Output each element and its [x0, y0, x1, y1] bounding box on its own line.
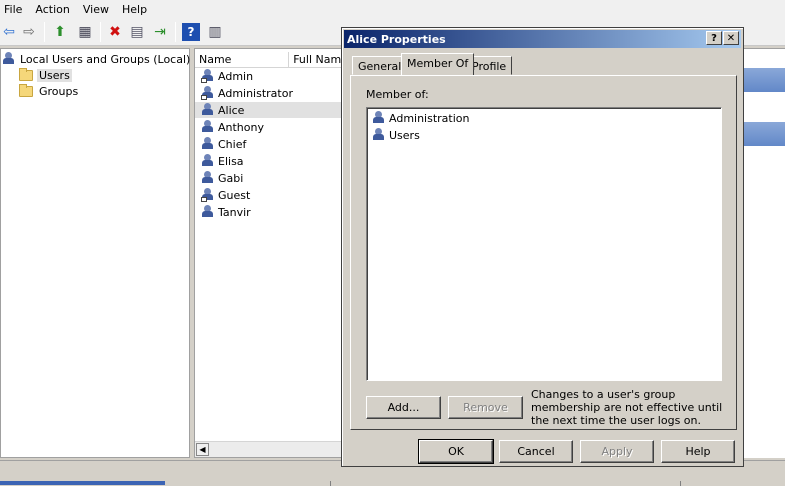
up-folder-icon[interactable]: ⬆ [51, 23, 69, 41]
toolbar-separator [100, 22, 101, 42]
remove-button[interactable]: Remove [448, 396, 523, 419]
status-bar-segment [0, 481, 165, 485]
column-header-full-name[interactable]: Full Nam [289, 52, 345, 68]
toolbar-separator [44, 22, 45, 42]
tree-root-label: Local Users and Groups (Local) [20, 52, 191, 66]
apply-button[interactable]: Apply [580, 440, 654, 463]
user-name: Admin [218, 69, 254, 83]
user-name: Administrator [218, 86, 293, 100]
actions-pane-header [744, 122, 785, 146]
list-item-selected[interactable]: Alice [195, 102, 345, 118]
list-item[interactable]: Users [372, 127, 420, 143]
list-item[interactable]: Guest [195, 187, 345, 203]
help-button[interactable]: Help [661, 440, 735, 463]
user-icon [201, 120, 215, 134]
user-name: Tanvir [218, 205, 251, 219]
member-of-label: Member of: [366, 88, 429, 101]
toolbar-separator [175, 22, 176, 42]
help-icon[interactable]: ? [706, 31, 722, 45]
add-button[interactable]: Add... [366, 396, 441, 419]
list-header: Name Full Nam [195, 52, 345, 68]
user-icon [201, 188, 215, 202]
status-bar-divider [680, 481, 681, 486]
properties-icon[interactable]: ▤ [128, 23, 146, 41]
cancel-button[interactable]: Cancel [499, 440, 573, 463]
horizontal-scrollbar[interactable]: ◀ [195, 441, 345, 457]
tab-general[interactable]: General [352, 56, 408, 75]
dialog-titlebar[interactable]: Alice Properties [344, 30, 741, 48]
forward-arrow-icon[interactable]: ⇨ [20, 23, 38, 41]
user-name: Elisa [218, 154, 244, 168]
column-header-name[interactable]: Name [195, 52, 290, 68]
actions-pane [744, 48, 785, 458]
dialog-title: Alice Properties [347, 32, 446, 46]
user-icon [201, 137, 215, 151]
list-item[interactable]: Gabi [195, 170, 345, 186]
tree-root[interactable]: Local Users and Groups (Local) [2, 51, 190, 67]
menu-help[interactable]: Help [118, 3, 156, 16]
list-item[interactable]: Administration [372, 110, 470, 126]
tree-item-label: Groups [39, 84, 79, 98]
user-name: Chief [218, 137, 247, 151]
show-hide-tree-icon[interactable]: ▦ [76, 23, 94, 41]
folder-icon [19, 67, 33, 81]
user-icon [201, 69, 215, 83]
user-icon [201, 103, 215, 117]
list-item[interactable]: Chief [195, 136, 345, 152]
scroll-left-icon[interactable]: ◀ [196, 443, 209, 456]
user-name: Gabi [218, 171, 244, 185]
user-name: Alice [218, 103, 245, 117]
membership-note: Changes to a user's group membership are… [531, 388, 723, 427]
console-tree: Local Users and Groups (Local) Users Gro… [0, 48, 190, 458]
delete-icon[interactable]: ✖ [106, 23, 124, 41]
menu-action[interactable]: Action [31, 3, 78, 16]
help-icon[interactable]: ? [182, 23, 200, 41]
folder-icon [19, 83, 33, 97]
status-bar-divider [330, 481, 331, 486]
group-icon [372, 128, 386, 142]
tab-member-of[interactable]: Member Of [401, 53, 475, 75]
export-list-icon[interactable]: ⇥ [151, 23, 169, 41]
list-item[interactable]: Administrator [195, 85, 345, 101]
back-arrow-icon[interactable]: ⇦ [0, 23, 18, 41]
user-list: Name Full Nam Admin Administrator Alice … [194, 48, 346, 458]
group-icon [372, 111, 386, 125]
list-item[interactable]: Anthony [195, 119, 345, 135]
actions-pane-header [744, 68, 785, 92]
menu-file[interactable]: File [0, 3, 31, 16]
show-hide-action-pane-icon[interactable]: ▥ [206, 23, 224, 41]
ok-button[interactable]: OK [418, 439, 494, 464]
user-icon [201, 171, 215, 185]
close-icon[interactable]: ✕ [723, 31, 739, 45]
list-item[interactable]: Admin [195, 68, 345, 84]
tree-item-label: Users [37, 68, 72, 82]
group-name: Users [389, 128, 420, 142]
user-name: Guest [218, 188, 251, 202]
user-icon [201, 86, 215, 100]
menu-bar: File Action View Help [0, 0, 785, 18]
user-name: Anthony [218, 120, 264, 134]
users-groups-icon [2, 52, 16, 66]
tab-panel: Member of: Administration Users Add... R… [350, 75, 737, 430]
list-item[interactable]: Tanvir [195, 204, 345, 220]
list-item[interactable]: Elisa [195, 153, 345, 169]
properties-dialog: Alice Properties ? ✕ General Member Of P… [341, 27, 744, 467]
group-name: Administration [389, 111, 470, 125]
tree-item-users[interactable]: Users [19, 67, 72, 83]
tree-item-groups[interactable]: Groups [19, 83, 80, 99]
member-of-list[interactable]: Administration Users [366, 107, 722, 381]
menu-view[interactable]: View [79, 3, 118, 16]
user-icon [201, 205, 215, 219]
user-icon [201, 154, 215, 168]
